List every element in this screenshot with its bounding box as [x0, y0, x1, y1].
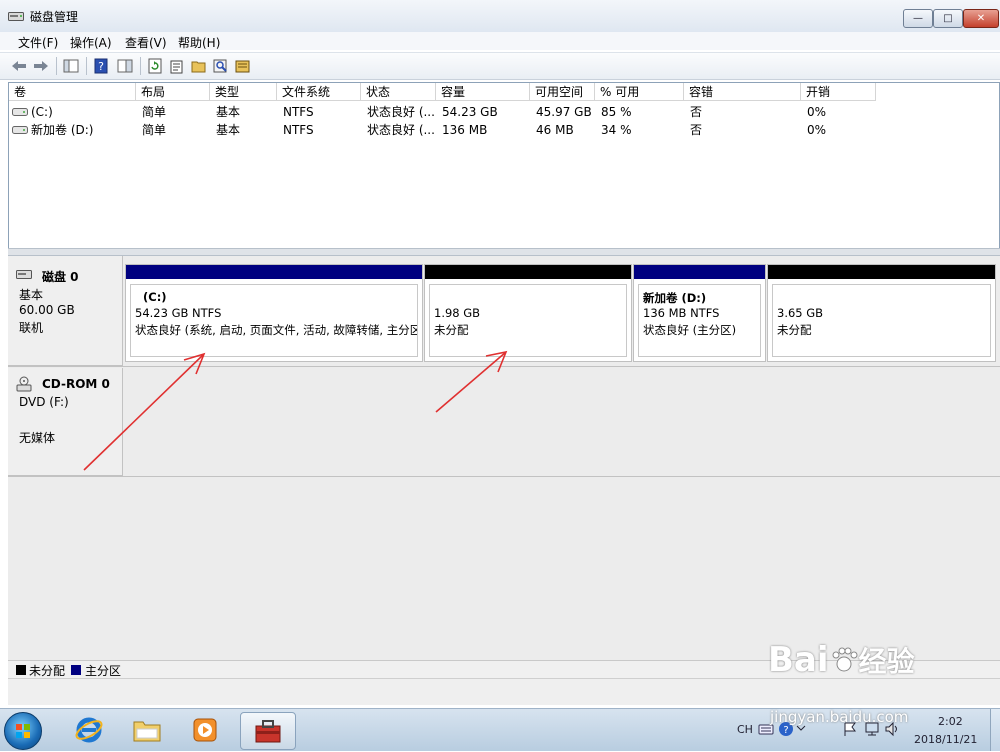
menu-file[interactable]: 文件(F)	[18, 34, 58, 51]
column-header-percent-free[interactable]: % 可用	[595, 83, 684, 101]
toolbox-icon	[255, 720, 281, 743]
filesystem-value: NTFS	[283, 105, 314, 119]
drive-icon	[12, 126, 28, 134]
show-desktop-button[interactable]	[990, 709, 1000, 751]
red-arrow-icon	[435, 350, 508, 413]
forward-arrow-icon[interactable]	[32, 57, 50, 75]
free-space-value: 46 MB	[536, 123, 574, 137]
column-header-free-space[interactable]: 可用空间	[530, 83, 595, 101]
internet-explorer-icon	[75, 717, 103, 743]
start-button[interactable]	[4, 712, 42, 750]
search-icon[interactable]	[212, 57, 230, 75]
annotation-arrows	[83, 350, 508, 471]
taskbar-disk-management[interactable]	[240, 712, 296, 750]
column-header-layout[interactable]: 布局	[136, 83, 210, 101]
windows-logo-icon	[16, 724, 30, 738]
column-header-fault-tolerance[interactable]: 容错	[684, 83, 801, 101]
media-player-icon	[193, 718, 217, 742]
watermark-brand: Bai 经验	[768, 640, 915, 680]
layout-value: 简单	[142, 105, 167, 119]
status-bar	[8, 678, 1000, 705]
taskbar-media-player[interactable]	[178, 712, 232, 748]
folder-icon	[133, 721, 161, 742]
menu-bar: 文件(F) 操作(A) 查看(V) 帮助(H)	[0, 32, 1000, 50]
overhead-value: 0%	[807, 105, 827, 119]
legend-label: 未分配	[29, 664, 66, 678]
console-tree-icon[interactable]	[62, 57, 80, 75]
maximize-button[interactable]: □	[933, 9, 963, 28]
red-arrow-icon	[83, 352, 206, 471]
legend-swatch-unallocated	[16, 665, 26, 675]
disk-tools-icon[interactable]	[234, 57, 252, 75]
filesystem-value: NTFS	[283, 123, 314, 137]
toolbar: ?	[0, 52, 1000, 80]
percent-free-value: 34 %	[601, 123, 632, 137]
watermark-url: jingyan.baidu.com	[770, 708, 909, 726]
svg-text:?: ?	[783, 725, 788, 736]
taskbar-explorer[interactable]	[120, 712, 174, 748]
fault-tolerance-value: 否	[690, 105, 703, 119]
clock-time[interactable]: 2:02	[938, 715, 963, 728]
minimize-button[interactable]: —	[903, 9, 933, 28]
overhead-value: 0%	[807, 123, 827, 137]
legend-label: 主分区	[85, 664, 122, 678]
legend-swatch-primary	[71, 665, 81, 675]
menu-view[interactable]: 查看(V)	[125, 34, 167, 51]
column-header-capacity[interactable]: 容量	[436, 83, 530, 101]
help-icon[interactable]: ?	[92, 57, 110, 75]
refresh-icon[interactable]	[146, 57, 164, 75]
free-space-value: 45.97 GB	[536, 105, 592, 119]
back-arrow-icon[interactable]	[10, 57, 28, 75]
percent-free-value: 85 %	[601, 105, 632, 119]
svg-text:?: ?	[98, 60, 104, 73]
clock-date[interactable]: 2018/11/21	[914, 733, 977, 746]
volume-list: 卷 布局 类型 文件系统 状态 容量 可用空间 % 可用 容错 开销 (C:) …	[8, 82, 1000, 249]
taskbar-ie[interactable]	[62, 712, 116, 748]
disk-graphical-view: 磁盘 0 基本 60.00 GB 联机 (C:) 54.23 GB NTFS 状…	[8, 256, 1000, 660]
paw-icon	[832, 647, 858, 672]
column-header-volume[interactable]: 卷	[9, 83, 136, 101]
disk-management-icon	[8, 12, 24, 21]
drive-icon	[12, 108, 28, 116]
volume-name: (C:)	[31, 105, 53, 119]
table-row[interactable]: 新加卷 (D:) 简单 基本 NTFS 状态良好 (... 136 MB 46 …	[9, 121, 999, 139]
details-pane-icon[interactable]	[116, 57, 134, 75]
input-language[interactable]: CH	[737, 723, 753, 736]
close-button[interactable]: ✕	[963, 9, 999, 28]
column-header-overhead[interactable]: 开销	[801, 83, 876, 101]
table-row[interactable]: (C:) 简单 基本 NTFS 状态良好 (... 54.23 GB 45.97…	[9, 103, 999, 121]
open-folder-icon[interactable]	[190, 57, 208, 75]
properties-icon[interactable]	[168, 57, 186, 75]
status-value: 状态良好 (...	[367, 105, 435, 119]
capacity-value: 136 MB	[442, 123, 488, 137]
column-header-status[interactable]: 状态	[361, 83, 436, 101]
menu-action[interactable]: 操作(A)	[70, 34, 112, 51]
capacity-value: 54.23 GB	[442, 105, 498, 119]
window-title: 磁盘管理	[30, 10, 79, 24]
status-value: 状态良好 (...	[367, 123, 435, 137]
column-header-type[interactable]: 类型	[210, 83, 277, 101]
type-value: 基本	[216, 123, 241, 137]
type-value: 基本	[216, 105, 241, 119]
fault-tolerance-value: 否	[690, 123, 703, 137]
column-header-filesystem[interactable]: 文件系统	[277, 83, 361, 101]
pane-splitter[interactable]	[8, 248, 1000, 256]
volume-name: 新加卷 (D:)	[31, 123, 94, 137]
menu-help[interactable]: 帮助(H)	[178, 34, 220, 51]
title-bar: 磁盘管理 — □ ✕	[0, 0, 1000, 33]
layout-value: 简单	[142, 123, 167, 137]
